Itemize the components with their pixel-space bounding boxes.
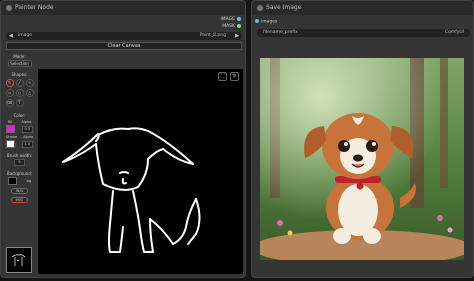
image-prev-arrow-icon[interactable]: ◀ [9, 32, 13, 40]
selection-mode-button[interactable]: Selection [7, 60, 32, 67]
fill-row: 0.3 [3, 125, 36, 133]
triangle-icon[interactable]: △ [25, 89, 34, 97]
painter-node[interactable]: Painter Node IMAGE MASK ◀ image Paint_8.… [0, 0, 246, 278]
stroke-header: Stroke Alpha [3, 135, 36, 139]
filename-prefix-label: filename_prefix [263, 30, 298, 35]
painter-outputs: IMAGE MASK [220, 16, 241, 30]
erase-icon[interactable]: ⌫ [5, 99, 14, 107]
shapes-grid: ✎ ╱ ∿ ▭ ○ △ ⌫ T [3, 79, 36, 107]
save-image-node[interactable]: Save Image images filename_prefix ComfyU… [251, 0, 474, 278]
fill-alpha-label: Alpha [21, 120, 32, 124]
fill-alpha-input[interactable]: 0.3 [21, 125, 33, 133]
painter-node-title[interactable]: Painter Node [1, 1, 245, 15]
drawing-canvas[interactable]: ⛶ ⚙ [38, 69, 243, 274]
fill-header: Fill Alpha [3, 120, 36, 124]
io-out-button[interactable]: M/G [11, 197, 28, 203]
output-image-preview[interactable] [260, 58, 464, 260]
input-images-label: images [261, 19, 278, 25]
image-select-widget[interactable]: ◀ image Paint_8.png ▶ [6, 32, 242, 40]
input-images-dot-icon[interactable] [255, 19, 259, 23]
collapse-dot-icon[interactable] [257, 5, 263, 11]
output-mask-label: MASK [222, 24, 235, 29]
stroke-alpha-input[interactable]: 1.0 [21, 140, 33, 148]
shapes-label: Shapes: [11, 72, 28, 77]
image-widget-value: Paint_8.png [199, 33, 226, 38]
output-image-label: IMAGE [220, 17, 235, 22]
background-label: Background: [6, 171, 33, 176]
output-mask-dot-icon[interactable] [237, 23, 241, 28]
brush-width-label: Brush width: [6, 153, 33, 158]
stroke-label: Stroke [5, 135, 18, 139]
background-row: bg [3, 177, 36, 185]
canvas-thumbnail[interactable] [6, 247, 32, 273]
pencil-icon[interactable]: ✎ [5, 79, 14, 87]
output-image[interactable]: IMAGE [220, 16, 241, 23]
filename-prefix-value: ComfyUI [444, 30, 464, 35]
collapse-dot-icon[interactable] [6, 5, 12, 11]
image-next-arrow-icon[interactable]: ▶ [235, 32, 239, 40]
save-node-title-text: Save Image [266, 4, 302, 11]
io-in-button[interactable]: IN/G [11, 188, 28, 194]
output-mask[interactable]: MASK [220, 23, 241, 30]
fill-label: Fill [7, 120, 13, 124]
painter-tool-panel: Mode: Selection Shapes: ✎ ╱ ∿ ▭ ○ △ ⌫ T … [3, 52, 36, 274]
mode-label: Mode: [13, 54, 26, 59]
brush-width-input[interactable]: 5 [14, 159, 25, 166]
curve-icon[interactable]: ∿ [25, 79, 34, 87]
save-node-title[interactable]: Save Image [252, 1, 473, 15]
puppy-image [260, 58, 464, 260]
stroke-row: 1.0 [3, 140, 36, 148]
save-inputs: images [255, 19, 277, 25]
color-label: Color: [13, 113, 26, 118]
stroke-alpha-label: Alpha [23, 135, 34, 139]
painter-node-title-text: Painter Node [15, 4, 54, 11]
stroke-color-swatch[interactable] [6, 140, 16, 148]
fill-color-swatch[interactable] [6, 125, 16, 133]
rect-icon[interactable]: ▭ [5, 89, 14, 97]
clear-canvas-button[interactable]: Clear Canvas [6, 42, 242, 50]
sketch-drawing [62, 127, 201, 253]
filename-prefix-widget[interactable]: filename_prefix ComfyUI [257, 29, 470, 37]
line-icon[interactable]: ╱ [15, 79, 24, 87]
output-image-dot-icon[interactable] [237, 16, 241, 21]
background-color-swatch[interactable] [7, 177, 17, 185]
thumbnail-drawing [11, 254, 26, 266]
image-widget-label: image [18, 33, 33, 38]
circle-icon[interactable]: ○ [15, 89, 24, 97]
text-icon[interactable]: T [15, 99, 24, 107]
background-value: bg [26, 179, 32, 183]
